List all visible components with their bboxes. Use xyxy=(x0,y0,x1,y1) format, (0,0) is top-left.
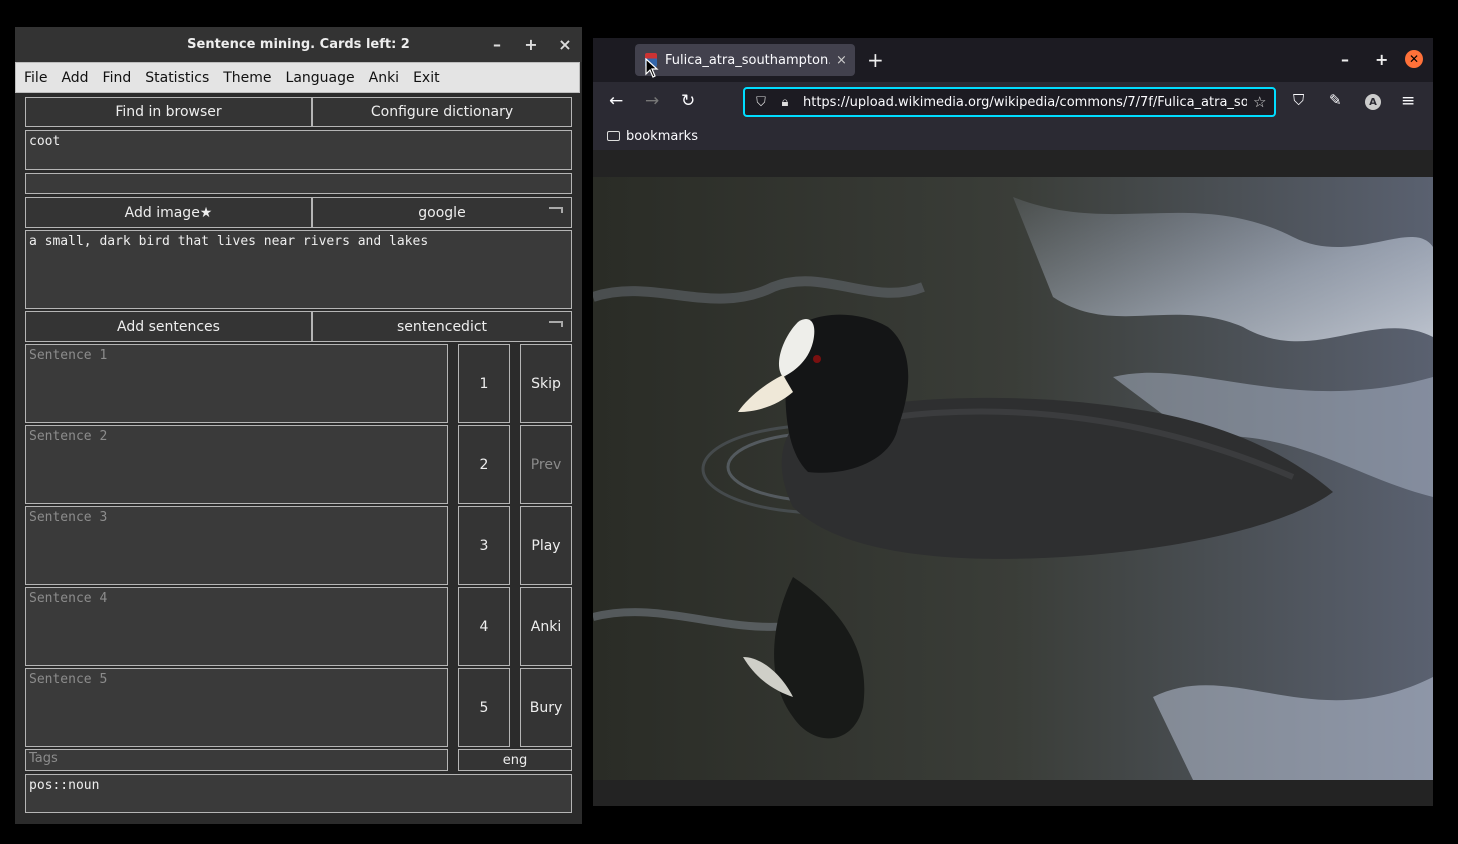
maximize-button[interactable]: + xyxy=(522,35,540,54)
prev-button[interactable]: Prev xyxy=(520,425,572,504)
add-sentences-button[interactable]: Add sentences xyxy=(25,311,312,342)
back-icon[interactable]: ← xyxy=(609,91,623,111)
extra-field[interactable] xyxy=(25,173,572,194)
menu-theme[interactable]: Theme xyxy=(223,70,271,86)
find-in-browser-button[interactable]: Find in browser xyxy=(25,97,312,127)
select-sentence-2-button[interactable]: 2 xyxy=(458,425,510,504)
sentence-source-dropdown[interactable]: sentencedict xyxy=(312,311,572,342)
url-text[interactable]: https://upload.wikimedia.org/wikipedia/c… xyxy=(803,95,1247,110)
image-source-dropdown[interactable]: google xyxy=(312,197,572,228)
language-button[interactable]: eng xyxy=(458,749,572,771)
tab-bar: Fulica_atra_southampton.j × + – + ✕ xyxy=(593,38,1433,82)
browser-maximize-button[interactable]: + xyxy=(1375,50,1388,69)
menu-statistics[interactable]: Statistics xyxy=(145,70,209,86)
dropdown-arrow-icon xyxy=(549,207,563,213)
sentence-field-5[interactable]: Sentence 5 xyxy=(25,668,448,747)
menu-add[interactable]: Add xyxy=(61,70,88,86)
menu-icon[interactable]: ≡ xyxy=(1401,91,1415,111)
lock-icon[interactable]: 🔒︎ xyxy=(777,95,793,110)
browser-window: Fulica_atra_southampton.j × + – + ✕ ← → … xyxy=(593,38,1433,806)
shield-icon[interactable]: ⛉ xyxy=(753,95,769,110)
menu-exit[interactable]: Exit xyxy=(413,70,440,86)
image-viewer xyxy=(593,150,1433,806)
dropdown-arrow-icon xyxy=(549,321,563,327)
tag-value-field[interactable]: pos::noun xyxy=(25,774,572,813)
folder-icon xyxy=(607,131,620,141)
pocket-icon[interactable]: ⛉ xyxy=(1293,91,1304,109)
select-sentence-1-button[interactable]: 1 xyxy=(458,344,510,423)
minimize-button[interactable]: – xyxy=(488,35,506,54)
anki-button[interactable]: Anki xyxy=(520,587,572,666)
skip-button[interactable]: Skip xyxy=(520,344,572,423)
bury-button[interactable]: Bury xyxy=(520,668,572,747)
new-tab-button[interactable]: + xyxy=(867,48,884,72)
bookmarks-toolbar: bookmarks xyxy=(593,122,1433,150)
select-sentence-5-button[interactable]: 5 xyxy=(458,668,510,747)
tab-close-icon[interactable]: × xyxy=(836,53,847,68)
menu-find[interactable]: Find xyxy=(103,70,132,86)
configure-dictionary-button[interactable]: Configure dictionary xyxy=(312,97,572,127)
sentence-field-3[interactable]: Sentence 3 xyxy=(25,506,448,585)
select-sentence-4-button[interactable]: 4 xyxy=(458,587,510,666)
sentence-mining-window: Sentence mining. Cards left: 2 – + × Fil… xyxy=(15,27,582,824)
close-button[interactable]: × xyxy=(556,35,574,54)
coot-photo[interactable] xyxy=(593,177,1433,780)
select-sentence-3-button[interactable]: 3 xyxy=(458,506,510,585)
add-image-button[interactable]: Add image★ xyxy=(25,197,312,228)
sentence-field-4[interactable]: Sentence 4 xyxy=(25,587,448,666)
browser-tab[interactable]: Fulica_atra_southampton.j × xyxy=(635,44,855,76)
tags-field[interactable]: Tags xyxy=(25,749,448,771)
sentence-field-1[interactable]: Sentence 1 xyxy=(25,344,448,423)
definition-field[interactable]: a small, dark bird that lives near river… xyxy=(25,230,572,309)
tab-title: Fulica_atra_southampton.j xyxy=(665,52,830,68)
navigation-bar: ← → ↻ ⛉ 🔒︎ https://upload.wikimedia.org/… xyxy=(593,82,1433,122)
browser-close-button[interactable]: ✕ xyxy=(1405,50,1423,68)
sentence-field-2[interactable]: Sentence 2 xyxy=(25,425,448,504)
account-icon[interactable]: A xyxy=(1365,94,1381,110)
word-field[interactable]: coot xyxy=(25,130,572,170)
forward-icon[interactable]: → xyxy=(645,91,659,111)
menu-file[interactable]: File xyxy=(24,70,47,86)
sentence-source-value: sentencedict xyxy=(396,318,488,335)
browser-minimize-button[interactable]: – xyxy=(1341,50,1349,69)
bookmark-star-icon[interactable]: ☆ xyxy=(1253,93,1266,111)
play-button[interactable]: Play xyxy=(520,506,572,585)
menu-language[interactable]: Language xyxy=(286,70,355,86)
menu-bar: File Add Find Statistics Theme Language … xyxy=(15,62,580,93)
menu-anki[interactable]: Anki xyxy=(369,70,399,86)
extensions-icon[interactable]: ✎ xyxy=(1329,91,1342,109)
image-source-value: google xyxy=(418,204,466,221)
reload-icon[interactable]: ↻ xyxy=(681,91,695,111)
window-controls: – + × xyxy=(488,27,574,62)
bookmarks-folder[interactable]: bookmarks xyxy=(626,129,698,144)
mouse-cursor-icon xyxy=(645,58,659,78)
url-bar[interactable]: ⛉ 🔒︎ https://upload.wikimedia.org/wikipe… xyxy=(743,87,1276,117)
window-title: Sentence mining. Cards left: 2 xyxy=(187,37,410,52)
